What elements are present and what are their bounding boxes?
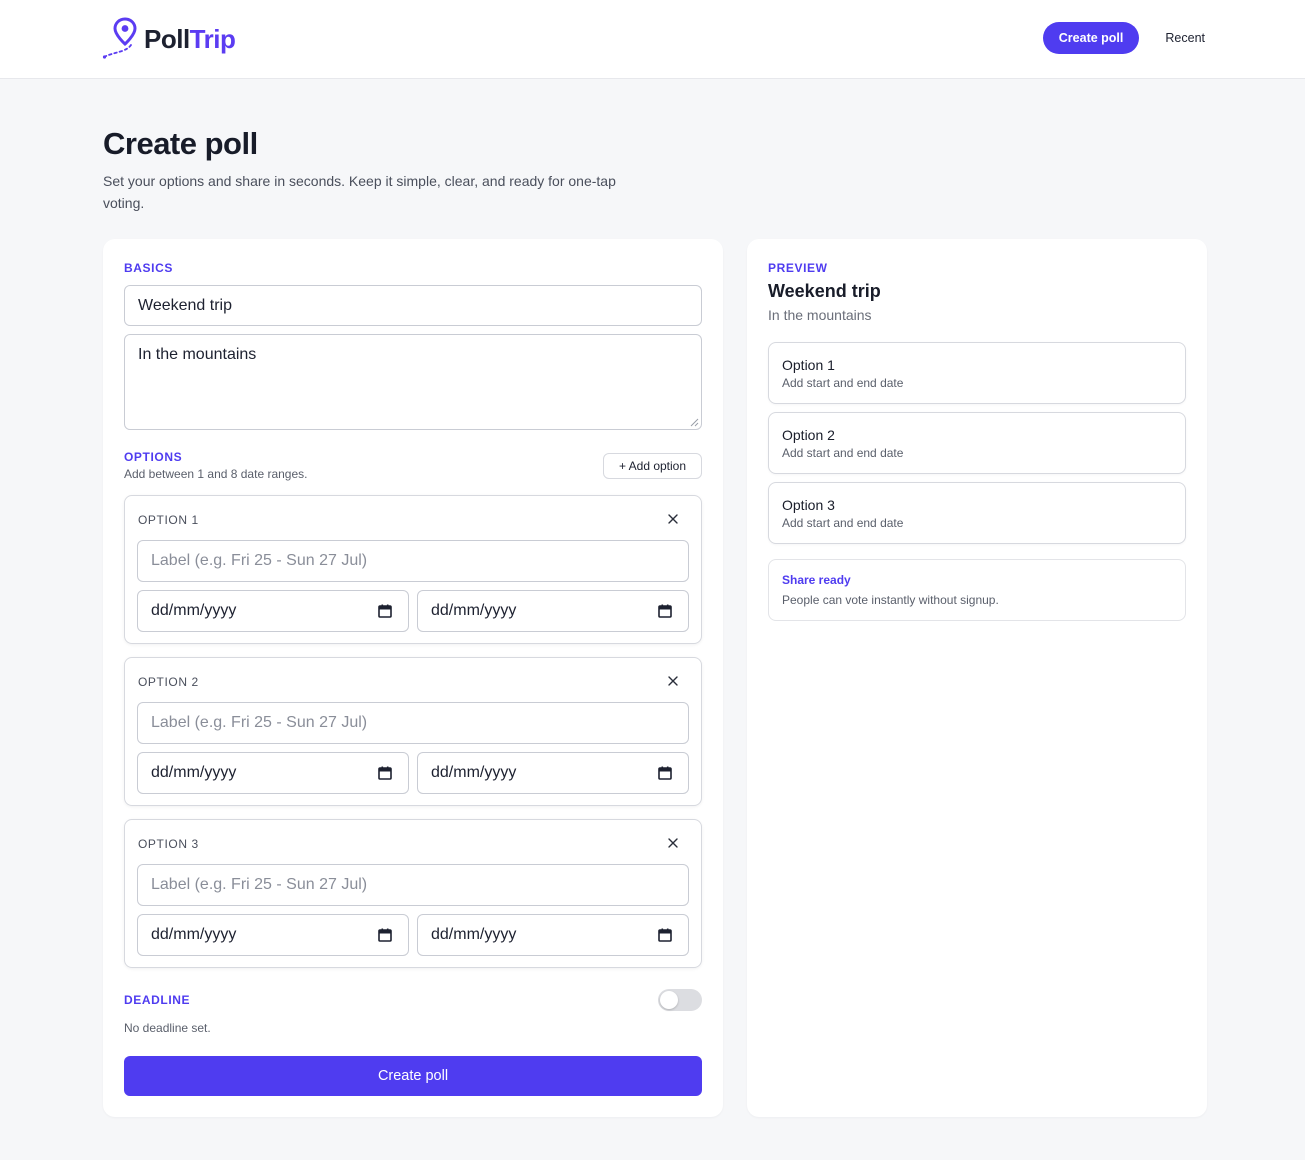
close-icon[interactable] [666,512,680,526]
option-end-date-input[interactable]: dd/mm/yyyy [417,914,689,956]
option-title: OPTION 1 [138,513,199,527]
calendar-icon[interactable] [658,604,672,618]
preview-option[interactable]: Option 3 Add start and end date [768,482,1186,544]
share-ready-text: People can vote instantly without signup… [782,593,999,607]
add-option-button[interactable]: + Add option [603,453,702,479]
preview-option-label: Option 3 [782,497,835,513]
end-date-placeholder: dd/mm/yyyy [431,926,517,943]
recent-link[interactable]: Recent [1165,31,1205,45]
preview-option-label: Option 2 [782,427,835,443]
end-date-placeholder: dd/mm/yyyy [431,764,517,781]
deadline-status: No deadline set. [124,1021,211,1035]
option-card: OPTION 1 Label (e.g. Fri 25 - Sun 27 Jul… [124,495,702,644]
close-icon[interactable] [666,674,680,688]
preview-option[interactable]: Option 1 Add start and end date [768,342,1186,404]
poll-description-value: In the mountains [138,346,257,363]
preview-section-label: PREVIEW [768,261,828,275]
option-label-input[interactable]: Label (e.g. Fri 25 - Sun 27 Jul) [137,540,689,582]
preview-option-hint: Add start and end date [782,516,904,530]
option-title: OPTION 3 [138,837,199,851]
create-poll-button[interactable]: Create poll [124,1056,702,1096]
preview-option-label: Option 1 [782,357,835,373]
page-title: Create poll [103,126,258,161]
preview-subtitle: In the mountains [768,307,872,323]
option-start-date-input[interactable]: dd/mm/yyyy [137,914,409,956]
calendar-icon[interactable] [658,766,672,780]
option-start-date-input[interactable]: dd/mm/yyyy [137,752,409,794]
resize-grip-icon[interactable] [690,418,699,427]
header-create-poll-button[interactable]: Create poll [1042,22,1140,54]
share-ready-title: Share ready [782,573,851,587]
preview-option-hint: Add start and end date [782,376,904,390]
start-date-placeholder: dd/mm/yyyy [151,926,237,943]
start-date-placeholder: dd/mm/yyyy [151,602,237,619]
page-subtitle: Set your options and share in seconds. K… [103,173,616,211]
poll-title-input[interactable]: Weekend trip [124,285,702,326]
end-date-placeholder: dd/mm/yyyy [431,602,517,619]
start-date-placeholder: dd/mm/yyyy [151,764,237,781]
header-nav: Create poll Recent [1042,22,1205,54]
preview-title: Weekend trip [768,281,881,301]
option-end-date-input[interactable]: dd/mm/yyyy [417,590,689,632]
basics-section-label: BASICS [124,261,173,275]
deadline-toggle[interactable] [658,989,702,1011]
options-section-label: OPTIONS [124,450,183,464]
close-icon[interactable] [666,836,680,850]
calendar-icon[interactable] [378,766,392,780]
calendar-icon[interactable] [378,928,392,942]
options-hint: Add between 1 and 8 date ranges. [124,467,308,481]
option-start-date-input[interactable]: dd/mm/yyyy [137,590,409,632]
option-card: OPTION 2 Label (e.g. Fri 25 - Sun 27 Jul… [124,657,702,806]
poll-form-card: BASICS Weekend trip In the mountains OPT… [103,239,723,1117]
logo-poll-text: Poll [144,23,190,54]
deadline-section-label: DEADLINE [124,993,191,1007]
top-bar: PollTrip Create poll Recent [0,0,1305,79]
toggle-knob [660,991,678,1009]
option-label-input[interactable]: Label (e.g. Fri 25 - Sun 27 Jul) [137,864,689,906]
preview-option-hint: Add start and end date [782,446,904,460]
preview-option[interactable]: Option 2 Add start and end date [768,412,1186,474]
map-pin-route-icon [102,17,137,59]
preview-card: PREVIEW Weekend trip In the mountains Op… [747,239,1207,1117]
calendar-icon[interactable] [658,928,672,942]
calendar-icon[interactable] [378,604,392,618]
option-title: OPTION 2 [138,675,199,689]
polltrip-logo[interactable]: PollTrip [102,16,236,60]
option-end-date-input[interactable]: dd/mm/yyyy [417,752,689,794]
logo-trip-text: Trip [189,23,236,54]
poll-description-textarea[interactable]: In the mountains [124,334,702,430]
logo-wordmark: PollTrip [144,23,236,55]
option-label-input[interactable]: Label (e.g. Fri 25 - Sun 27 Jul) [137,702,689,744]
share-ready-box: Share ready People can vote instantly wi… [768,559,1186,621]
option-card: OPTION 3 Label (e.g. Fri 25 - Sun 27 Jul… [124,819,702,968]
